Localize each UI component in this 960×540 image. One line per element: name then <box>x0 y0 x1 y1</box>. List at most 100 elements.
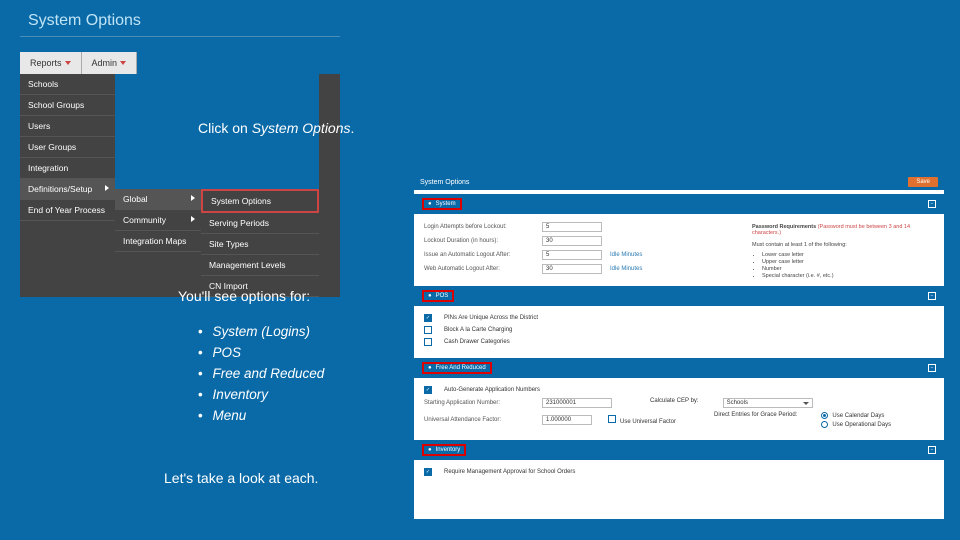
bullet-icon: ● <box>428 293 432 299</box>
bullet-icon: ● <box>428 365 432 371</box>
radio-label: Use Operational Days <box>832 422 891 428</box>
arrow-icon <box>191 216 195 222</box>
nav-tab-label: Reports <box>30 58 62 68</box>
nav-tab-admin[interactable]: Admin <box>82 52 138 74</box>
section-bar-inventory[interactable]: ●Inventory − <box>414 440 944 460</box>
input-starting-number[interactable]: 231000001 <box>542 398 612 408</box>
save-button[interactable]: Save <box>908 177 938 187</box>
collapse-icon[interactable]: − <box>928 364 936 372</box>
checkbox-icon[interactable] <box>424 326 432 334</box>
nav-item[interactable]: Integration <box>20 158 115 179</box>
section-title: POS <box>436 293 449 299</box>
radio-calendar-days[interactable]: Use Calendar Days <box>821 412 891 419</box>
bullet-item: Inventory <box>198 385 324 406</box>
red-highlight-pos: ● POS <box>422 290 454 302</box>
field-label: Lockout Duration (in hours): <box>424 238 534 244</box>
link-idle-minutes[interactable]: Idle Minutes <box>610 266 642 272</box>
section-title: Free And Reduced <box>436 365 486 371</box>
instruction-click: Click on System Options. <box>198 120 354 136</box>
system-options-panel: System Options Save ●System − Login Atte… <box>414 174 944 519</box>
text: . <box>351 120 355 136</box>
checkbox-icon[interactable] <box>608 415 616 423</box>
collapse-icon[interactable]: − <box>928 200 936 208</box>
calc-cep-group: Calculate CEP by: Schools <box>650 398 813 408</box>
nav-item-label: Definitions/Setup <box>28 184 92 194</box>
checkbox-icon[interactable]: ✓ <box>424 386 432 394</box>
row-cash-drawer: Cash Drawer Categories <box>424 336 934 348</box>
section-system: ●System − Login Attempts before Lockout:… <box>414 194 944 282</box>
red-highlight-inventory: ●Inventory <box>422 444 466 456</box>
radio-operational-days[interactable]: Use Operational Days <box>821 421 891 428</box>
pw-item: Number <box>762 266 932 272</box>
row-require-approval: ✓Require Management Approval for School … <box>424 466 934 478</box>
pw-items-list: Lower case letter Upper case letter Numb… <box>762 252 932 279</box>
nav-item[interactable]: End of Year Process <box>20 200 115 221</box>
text: Click on <box>198 120 252 136</box>
section-title: System <box>436 201 456 207</box>
nav-item-system-options[interactable]: System Options <box>201 189 319 213</box>
pw-item: Upper case letter <box>762 259 932 265</box>
input-auto-logout[interactable]: 5 <box>542 250 602 260</box>
nav-item[interactable]: Management Levels <box>201 255 319 276</box>
section-bar-pos[interactable]: ● POS − <box>414 286 944 306</box>
arrow-icon <box>191 195 195 201</box>
dropdown-calc-cep[interactable]: Schools <box>723 398 813 408</box>
radio-label: Use Calendar Days <box>832 413 884 419</box>
nav-item-community[interactable]: Community <box>115 210 201 231</box>
nav-item[interactable]: Serving Periods <box>201 213 319 234</box>
grace-period-group: Direct Entries for Grace Period: Use Cal… <box>714 412 891 428</box>
input-attendance-factor[interactable]: 1.000000 <box>542 415 592 425</box>
nav-item-global[interactable]: Global <box>115 189 201 210</box>
bullet-item: System (Logins) <box>198 322 324 343</box>
checkbox-icon[interactable]: ✓ <box>424 314 432 322</box>
checkbox-label: Use Universal Factor <box>620 419 676 425</box>
bullet-item: Free and Reduced <box>198 364 324 385</box>
field-label: Starting Application Number: <box>424 400 534 406</box>
bullet-item: Menu <box>198 406 324 427</box>
far-body: ✓ Auto-Generate Application Numbers Start… <box>414 378 944 436</box>
nav-item[interactable]: User Groups <box>20 137 115 158</box>
pw-items-header: Must contain at least 1 of the following… <box>752 242 932 248</box>
nav-item-definitions[interactable]: Definitions/Setup <box>20 179 115 200</box>
page-title: System Options <box>28 12 141 30</box>
nav-item[interactable]: Site Types <box>201 234 319 255</box>
field-label: Login Attempts before Lockout: <box>424 224 534 230</box>
link-idle-minutes[interactable]: Idle Minutes <box>610 252 642 258</box>
options-bullet-list: System (Logins) POS Free and Reduced Inv… <box>198 322 324 427</box>
use-universal-group: Use Universal Factor <box>608 415 676 425</box>
row-block-charging: Block A la Carte Charging <box>424 324 934 336</box>
nav-tab-reports[interactable]: Reports <box>20 52 82 74</box>
section-bar-system[interactable]: ●System − <box>414 194 944 214</box>
inventory-body: ✓Require Management Approval for School … <box>414 460 944 480</box>
nav-item[interactable]: Schools <box>20 74 115 95</box>
nav-item[interactable]: Integration Maps <box>115 231 201 252</box>
checkbox-label: Cash Drawer Categories <box>444 339 510 345</box>
red-highlight-far: ● Free And Reduced <box>422 362 492 374</box>
nav-tabs: Reports Admin <box>20 52 340 74</box>
nav-tab-spacer <box>137 52 340 74</box>
input-login-attempts[interactable]: 5 <box>542 222 602 232</box>
row-attendance-factor: Universal Attendance Factor: 1.000000 Us… <box>424 410 934 430</box>
collapse-icon[interactable]: − <box>928 292 936 300</box>
checkbox-label: Auto-Generate Application Numbers <box>444 387 540 393</box>
pos-body: ✓ PINs Are Unique Across the District Blo… <box>414 306 944 354</box>
section-title: Inventory <box>436 447 461 453</box>
row-pins-unique: ✓ PINs Are Unique Across the District <box>424 312 934 324</box>
bullet-item: POS <box>198 343 324 364</box>
dropdown-value: Schools <box>727 400 748 406</box>
nav-item[interactable]: Users <box>20 116 115 137</box>
section-bar-far[interactable]: ● Free And Reduced − <box>414 358 944 378</box>
collapse-icon[interactable]: − <box>928 446 936 454</box>
text-italic: System Options <box>252 120 351 136</box>
checkbox-icon[interactable]: ✓ <box>424 468 432 476</box>
input-web-logout[interactable]: 30 <box>542 264 602 274</box>
radio-icon <box>821 421 828 428</box>
nav-col-2: Global Community Integration Maps <box>115 74 201 297</box>
nav-item[interactable]: School Groups <box>20 95 115 116</box>
checkbox-icon[interactable] <box>424 338 432 346</box>
nav-spacer <box>115 74 201 189</box>
input-lockout-duration[interactable]: 30 <box>542 236 602 246</box>
nav-columns: Schools School Groups Users User Groups … <box>20 74 340 297</box>
checkbox-label: PINs Are Unique Across the District <box>444 315 538 321</box>
password-requirements: Password Requirements (Password must be … <box>752 224 932 280</box>
